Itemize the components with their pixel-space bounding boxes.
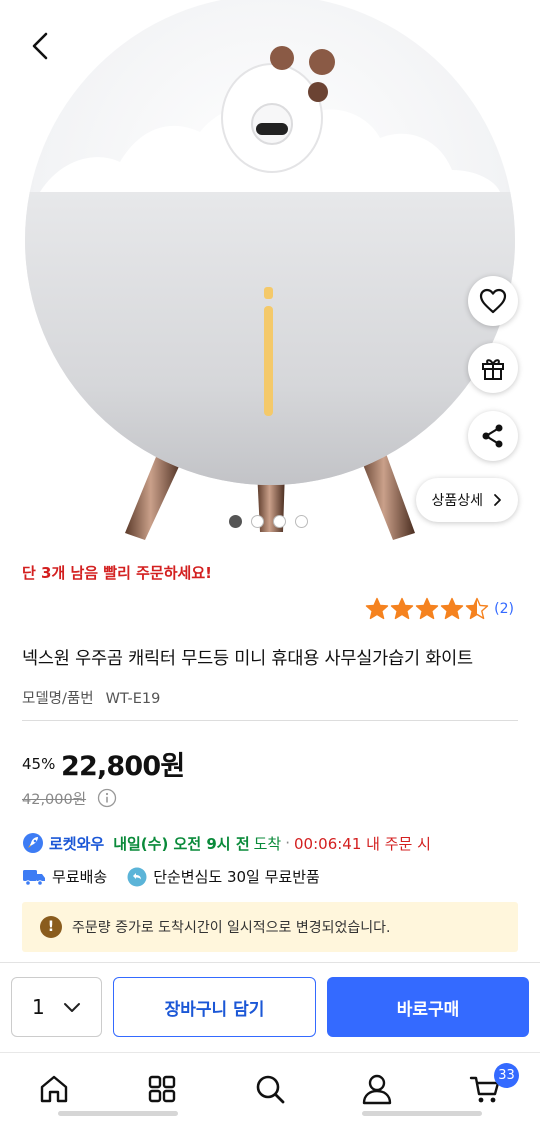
product-photo: [25, 0, 515, 540]
nav-search[interactable]: [252, 1071, 288, 1107]
separator: ·: [285, 834, 291, 852]
grid-icon: [148, 1075, 176, 1103]
order-countdown: 00:06:41 내 주문 시: [294, 834, 431, 853]
wishlist-button[interactable]: [468, 276, 518, 326]
delivery-notice-banner: ! 주문량 증가로 도착시간이 일시적으로 변경되었습니다.: [22, 902, 518, 952]
back-button[interactable]: [22, 28, 58, 64]
model-number: 모델명/품번 WT-E19: [22, 687, 160, 708]
share-icon: [482, 424, 503, 448]
model-label: 모델명/품번: [22, 691, 94, 707]
star-icon: [465, 597, 489, 620]
chevron-down-icon: [64, 1002, 80, 1012]
star-icon: [365, 597, 389, 620]
delivery-info: 로켓와우 내일(수) 오전 9시 전 도착 · 00:06:41 내 주문 시: [22, 832, 431, 854]
gallery-pagination: [229, 515, 308, 528]
nav-categories[interactable]: [144, 1071, 180, 1107]
quantity-select[interactable]: 1: [11, 977, 102, 1037]
user-icon: [362, 1074, 392, 1105]
chevron-right-icon: [494, 494, 501, 506]
stock-warning: 단 3개 남음 빨리 주문하세요!: [22, 564, 212, 582]
gesture-bar: [58, 1111, 178, 1116]
chevron-left-icon: [32, 32, 48, 60]
product-title: 넥스원 우주곰 캐릭터 무드등 미니 휴대용 사무실가습기 화이트: [22, 649, 473, 669]
product-detail-button[interactable]: 상품상세: [416, 478, 518, 522]
star-icon: [415, 597, 439, 620]
shipping-return-info: 무료배송 단순변심도 30일 무료반품: [22, 866, 320, 887]
rating-summary[interactable]: (2): [365, 597, 514, 621]
cart-count-badge: 33: [494, 1063, 519, 1088]
star-rating: [365, 597, 489, 621]
heart-icon: [479, 288, 507, 314]
arrival-date: 내일(수) 오전 9시 전: [113, 834, 250, 853]
price-info-icon[interactable]: [97, 788, 117, 808]
notice-text: 주문량 증가로 도착시간이 일시적으로 변경되었습니다.: [72, 920, 391, 936]
arrival-label: 도착: [253, 834, 282, 853]
gallery-dot[interactable]: [251, 515, 264, 528]
purchase-bar: 1 장바구니 담기 바로구매: [0, 962, 540, 1052]
discount-rate: 45%: [22, 755, 56, 773]
gift-button[interactable]: [468, 343, 518, 393]
share-button[interactable]: [468, 411, 518, 461]
divider: [22, 720, 518, 721]
nav-my-account[interactable]: [359, 1071, 395, 1107]
review-count-link[interactable]: (2): [494, 601, 514, 617]
sale-price: 22,800원: [61, 751, 185, 782]
return-icon: [127, 867, 147, 886]
rocket-wow-label: 로켓와우: [49, 834, 105, 853]
free-shipping-label: 무료배송: [52, 868, 108, 886]
star-icon: [390, 597, 414, 620]
add-to-cart-button[interactable]: 장바구니 담기: [113, 977, 316, 1037]
gesture-bar: [362, 1111, 482, 1116]
product-detail-label: 상품상세: [431, 493, 483, 509]
gift-icon: [482, 359, 504, 380]
original-price: 42,000원: [22, 792, 87, 808]
gallery-dot[interactable]: [273, 515, 286, 528]
rocket-icon: [23, 833, 43, 853]
quantity-value: 1: [32, 995, 45, 1019]
truck-icon: [23, 869, 45, 886]
nav-home[interactable]: [36, 1071, 72, 1107]
free-return-label: 단순변심도 30일 무료반품: [153, 868, 320, 886]
gallery-dot[interactable]: [229, 515, 242, 528]
buy-now-button[interactable]: 바로구매: [327, 977, 529, 1037]
product-image-gallery[interactable]: 상품상세: [0, 0, 540, 548]
exclamation-icon: !: [40, 916, 62, 938]
search-icon: [256, 1075, 285, 1104]
gallery-dot[interactable]: [295, 515, 308, 528]
model-value: WT-E19: [105, 691, 161, 707]
home-icon: [40, 1075, 68, 1103]
star-icon: [440, 597, 464, 620]
